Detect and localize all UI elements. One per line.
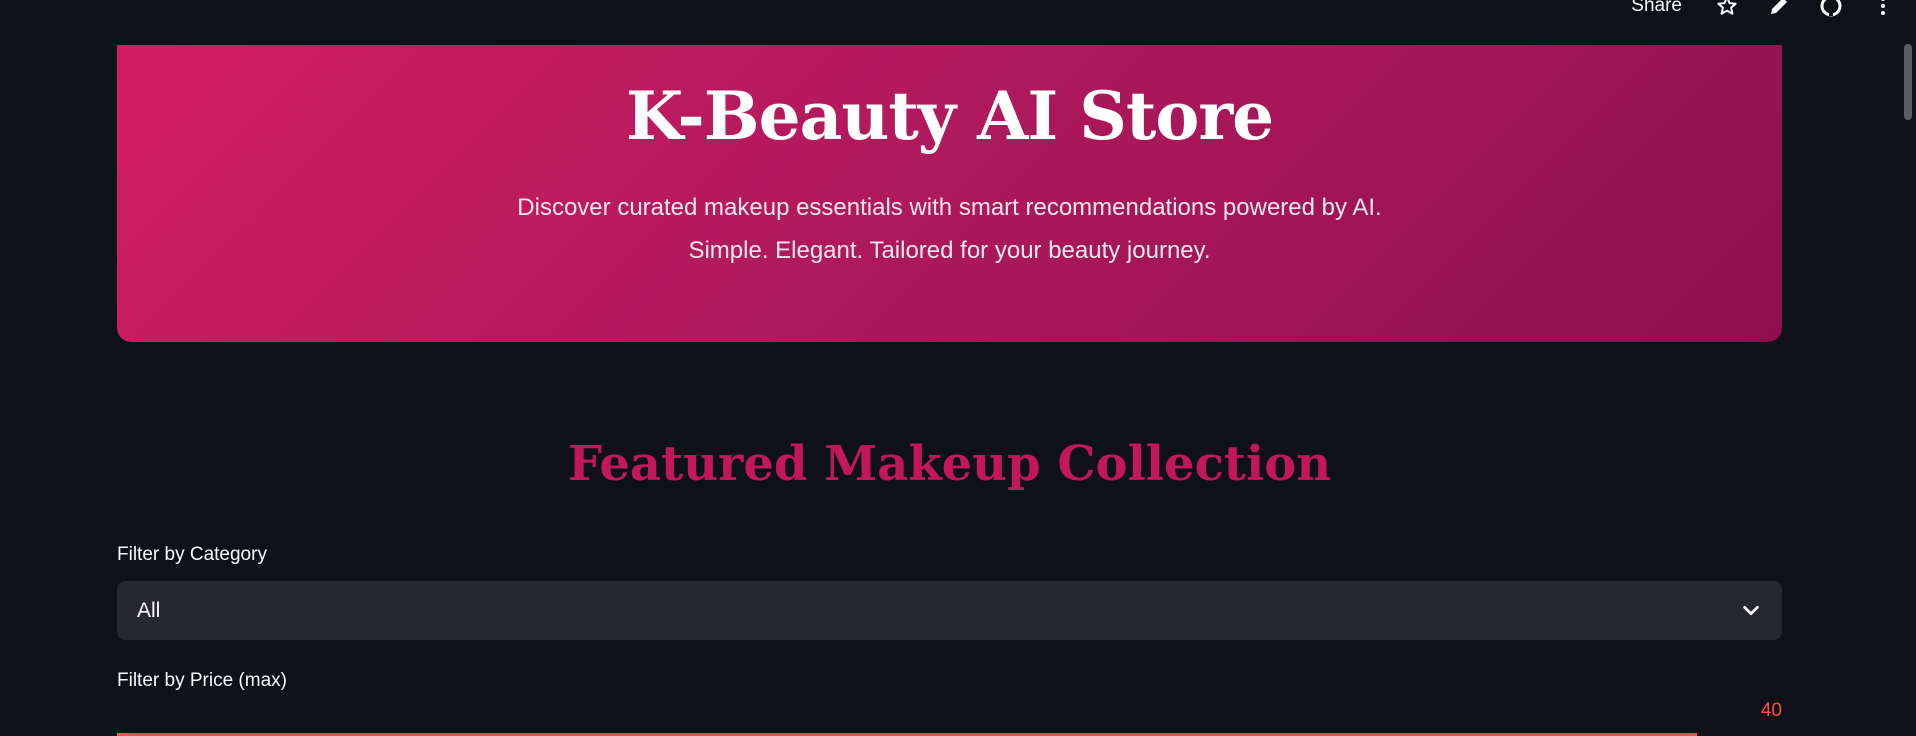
hero-subtitle: Discover curated makeup essentials with … bbox=[117, 186, 1782, 272]
share-button[interactable]: Share bbox=[1631, 0, 1682, 17]
category-filter-label: Filter by Category bbox=[117, 544, 267, 565]
scroll-thumb[interactable] bbox=[1904, 44, 1912, 120]
price-filter-label: Filter by Price (max) bbox=[117, 670, 287, 691]
top-toolbar: Share bbox=[1631, 0, 1896, 24]
page-scrollbar[interactable] bbox=[1900, 0, 1916, 736]
category-select[interactable]: All bbox=[117, 581, 1782, 640]
star-icon[interactable] bbox=[1714, 0, 1740, 19]
hero-subtitle-line2: Simple. Elegant. Tailored for your beaut… bbox=[688, 236, 1211, 264]
section-title: Featured Makeup Collection bbox=[567, 436, 1332, 492]
hero-title: K-Beauty AI Store bbox=[625, 77, 1274, 155]
more-vert-icon[interactable] bbox=[1870, 0, 1896, 19]
github-icon[interactable] bbox=[1818, 0, 1844, 19]
category-select-value: All bbox=[137, 598, 161, 622]
hero-subtitle-line1: Discover curated makeup essentials with … bbox=[517, 193, 1382, 221]
app-page: Share K-Beauty AI Store Discover curated… bbox=[0, 0, 1916, 736]
hero-banner: K-Beauty AI Store Discover curated makeu… bbox=[117, 45, 1782, 342]
chevron-down-icon bbox=[1740, 600, 1762, 622]
edit-icon[interactable] bbox=[1766, 0, 1792, 19]
price-slider-value: 40 bbox=[1760, 700, 1782, 721]
